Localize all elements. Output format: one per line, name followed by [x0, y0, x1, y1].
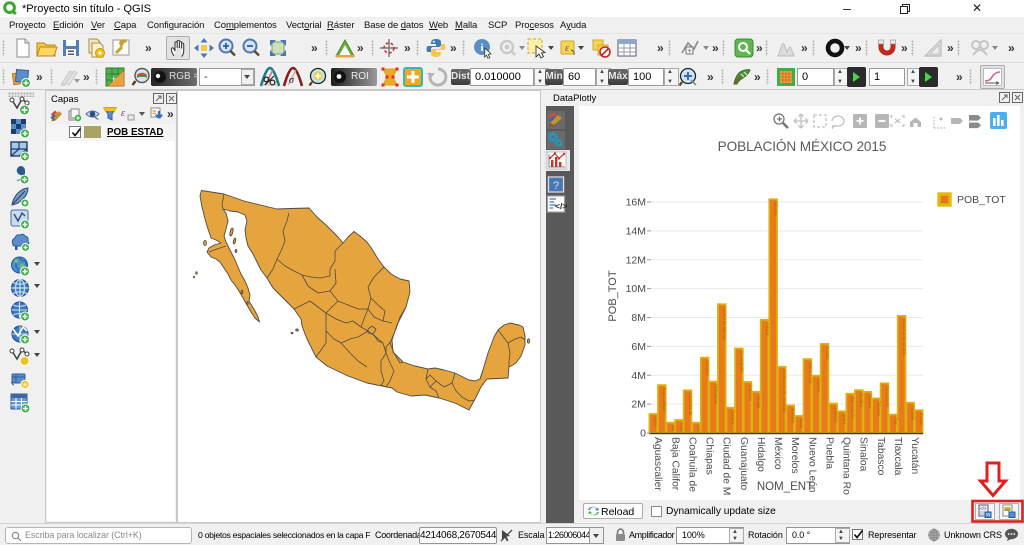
- svg-text:Sinaloa: Sinaloa: [858, 437, 869, 472]
- svg-text:POB_TOT: POB_TOT: [957, 194, 1006, 206]
- svg-text:Chiapas: Chiapas: [704, 437, 715, 475]
- svg-text:POBLACIÓN MÉXICO 2015: POBLACIÓN MÉXICO 2015: [718, 139, 887, 154]
- svg-text:+: +: [687, 48, 691, 55]
- svg-text:Chiapas: Chiapas: [705, 360, 710, 375]
- svg-text:Hidalgo: Hidalgo: [756, 394, 761, 409]
- svg-text:</>: </>: [555, 201, 567, 211]
- svg-text:Agua: Agua: [654, 417, 659, 427]
- svg-text:México: México: [772, 437, 783, 470]
- svg-text:Aguascalier: Aguascalier: [652, 437, 663, 491]
- svg-text:12M: 12M: [626, 254, 646, 266]
- svg-text:Morelos: Morelos: [789, 437, 800, 474]
- svg-text:Cam: Cam: [679, 423, 684, 432]
- svg-text:Guanajuato: Guanajuato: [738, 437, 749, 491]
- svg-text:Durang: Durang: [731, 410, 736, 424]
- svg-text:Sinaloa: Sinaloa: [859, 393, 864, 408]
- svg-text:Quint: Quint: [842, 414, 847, 425]
- svg-text:Guanajuato: Guanajuato: [739, 351, 744, 373]
- svg-text:Querétar: Querétar: [834, 406, 839, 423]
- svg-text:Quintana Ro: Quintana Ro: [841, 437, 852, 495]
- svg-text:Tamaulipas: Tamaulipas: [885, 386, 890, 407]
- svg-text:10M: 10M: [626, 283, 646, 295]
- svg-text:0: 0: [640, 428, 646, 440]
- svg-text:ε: ε: [565, 43, 569, 54]
- svg-text:Guerrero: Guerrero: [748, 385, 753, 402]
- svg-text:4M: 4M: [631, 370, 646, 382]
- svg-text:Coahuila de: Coahuila de: [688, 393, 693, 416]
- svg-text:Tlaxcala: Tlaxcala: [892, 437, 903, 476]
- svg-text:Ciudad de México: Ciudad de México: [722, 307, 727, 341]
- svg-text:σ: σ: [289, 75, 295, 86]
- svg-text:Baja Califor: Baja Califor: [669, 437, 680, 491]
- svg-text:Sonora: Sonora: [868, 394, 873, 408]
- svg-text:Baj: Baj: [671, 425, 676, 431]
- svg-text:?: ?: [553, 180, 559, 192]
- svg-text:+: +: [111, 74, 116, 84]
- svg-text:Tabasco: Tabasco: [876, 401, 881, 417]
- svg-text:Tabasco: Tabasco: [875, 437, 886, 476]
- svg-text:POB_TOT: POB_TOT: [607, 270, 619, 321]
- svg-text:Morelos: Morelos: [791, 408, 796, 423]
- svg-text:Oaxaca: Oaxaca: [816, 378, 821, 393]
- svg-text:8M: 8M: [631, 312, 646, 324]
- svg-text:ε: ε: [121, 108, 125, 119]
- svg-text:Nuevo León: Nuevo León: [808, 362, 813, 385]
- svg-text:Chihuahua: Chihuahua: [714, 384, 719, 405]
- svg-text:Michoacán de Ocampo: Michoacán de Ocampo: [782, 369, 787, 413]
- svg-text:Col: Col: [697, 425, 702, 431]
- svg-text:Tlax: Tlax: [893, 417, 898, 426]
- svg-text:i: i: [480, 42, 483, 54]
- svg-text:NOM_ENT: NOM_ENT: [757, 481, 813, 493]
- svg-text:México: México: [774, 202, 779, 216]
- svg-text:Baja Californi: Baja Californi: [662, 388, 667, 413]
- svg-text:Yucatán: Yucatán: [911, 405, 916, 421]
- svg-text:Naya: Naya: [799, 418, 804, 428]
- svg-text:San Luis Po: San Luis Po: [851, 396, 856, 419]
- svg-text:2M: 2M: [631, 399, 646, 411]
- svg-text:Puebla: Puebla: [825, 347, 830, 361]
- svg-text:6M: 6M: [631, 341, 646, 353]
- svg-text:Zacate: Zacate: [919, 413, 924, 426]
- svg-text:16M: 16M: [626, 197, 646, 209]
- svg-text:Veracruz de Ignacio: Veracruz de Ignacio: [902, 318, 907, 356]
- svg-text:Yucatán: Yucatán: [909, 437, 920, 474]
- svg-text:Hidalgo: Hidalgo: [755, 437, 766, 472]
- svg-text:Jalisco: Jalisco: [765, 322, 770, 335]
- svg-text:14M: 14M: [626, 225, 646, 237]
- svg-text:Coahuila de: Coahuila de: [686, 437, 697, 492]
- svg-text:Ciudad de M: Ciudad de M: [721, 437, 732, 495]
- svg-text:Puebla: Puebla: [823, 437, 834, 469]
